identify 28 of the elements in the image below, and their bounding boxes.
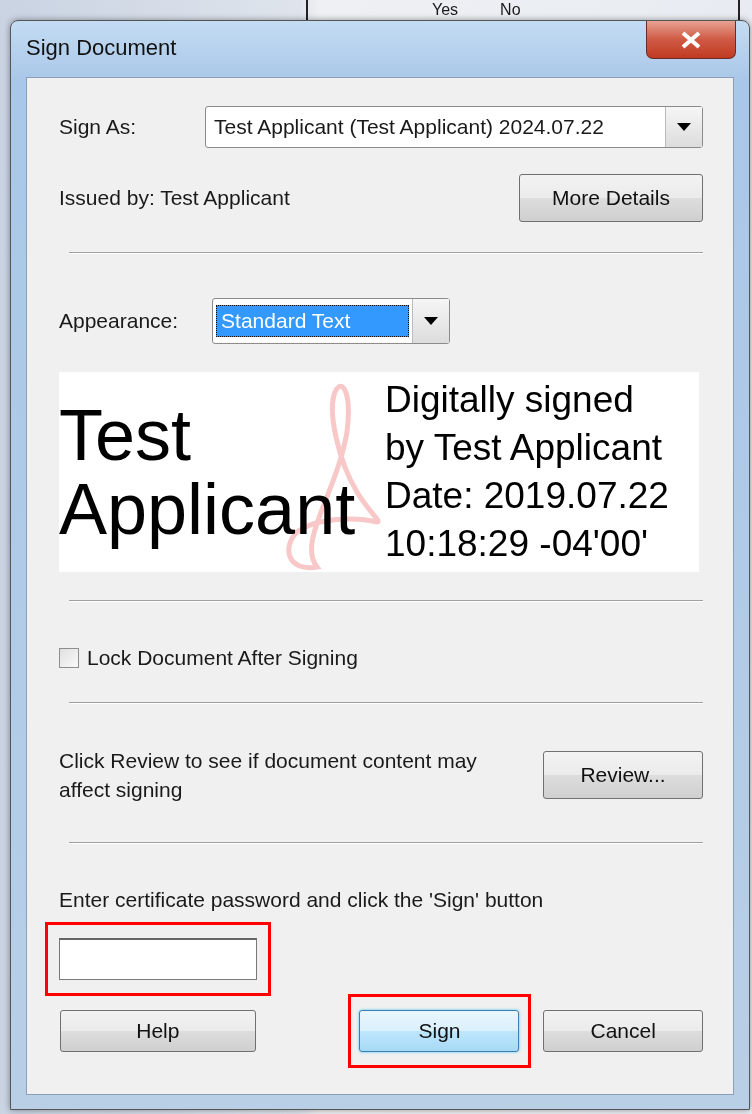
close-button[interactable]	[646, 21, 736, 59]
password-label: Enter certificate password and click the 'Sign' button	[59, 888, 545, 912]
window-title: Sign Document	[26, 35, 177, 61]
column-header: Yes	[432, 0, 459, 20]
review-button[interactable]: Review...	[543, 751, 703, 799]
field-label: Appearance:	[59, 309, 179, 333]
signature-detail: 10:18:29 -04'00'	[385, 522, 650, 566]
caret-icon	[424, 317, 439, 325]
dialog-button[interactable]: Help	[60, 1010, 256, 1052]
column-header: No	[500, 0, 521, 20]
dropdown-field[interactable]: Test Applicant (Test Applicant) 2024.07.22	[205, 106, 703, 148]
checkbox-label: Lock Document After Signing	[87, 646, 358, 670]
field-label: Sign As:	[59, 115, 137, 139]
signature-detail: by Test Applicant	[385, 426, 663, 470]
checkbox[interactable]	[59, 648, 79, 668]
more-details-button[interactable]: More Details	[519, 174, 703, 222]
signature-name: Test	[59, 398, 193, 472]
caret-icon	[677, 123, 691, 131]
signature-detail: Date: 2019.07.22	[385, 474, 669, 518]
issuer-text: Issued by: Test Applicant	[59, 186, 290, 210]
dropdown-value: Test Applicant (Test Applicant) 2024.07.22	[213, 115, 605, 139]
password-field[interactable]	[59, 938, 257, 980]
dialog-button[interactable]: Cancel	[543, 1010, 703, 1052]
dropdown-value: Standard Text	[216, 305, 410, 337]
dialog-button[interactable]: Sign	[359, 1010, 520, 1052]
close-icon	[680, 30, 702, 49]
signature-detail: Digitally signed	[385, 378, 635, 422]
review-hint: Click Review to see if document content may affect signing	[59, 748, 478, 803]
